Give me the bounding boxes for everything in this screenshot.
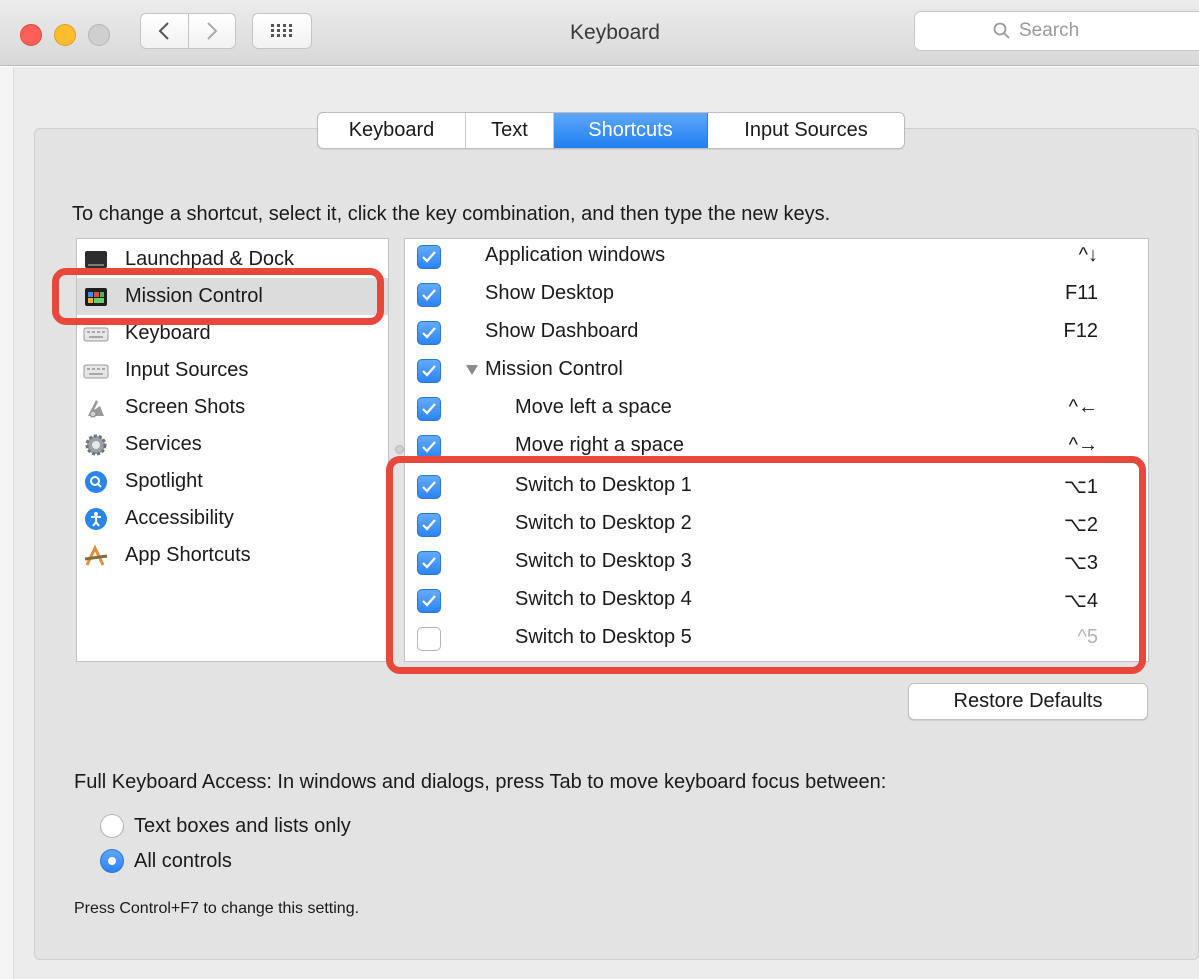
tab-text[interactable]: Text bbox=[466, 113, 554, 148]
category-app-shortcuts[interactable]: App Shortcuts bbox=[77, 537, 388, 574]
shortcut-label: Application windows bbox=[485, 244, 666, 266]
input-sources-icon bbox=[83, 358, 109, 384]
tab-input-sources[interactable]: Input Sources bbox=[708, 113, 904, 148]
category-label: Spotlight bbox=[125, 470, 203, 492]
checkmark-icon bbox=[422, 327, 436, 339]
shortcut-checkbox[interactable] bbox=[417, 359, 441, 383]
shortcut-row[interactable]: Show Dashboard F12 bbox=[405, 315, 1148, 353]
shortcut-key[interactable]: F11 bbox=[1065, 282, 1098, 305]
category-accessibility[interactable]: Accessibility bbox=[77, 500, 388, 537]
shortcut-checkbox[interactable] bbox=[417, 283, 441, 307]
shortcut-key[interactable]: ^↓ bbox=[1079, 244, 1098, 267]
shortcut-row[interactable]: Move left a space ^← bbox=[405, 391, 1148, 429]
category-screen-shots[interactable]: Screen Shots bbox=[77, 389, 388, 426]
category-label: Accessibility bbox=[125, 507, 234, 529]
checkmark-icon bbox=[422, 289, 436, 301]
screen-shots-icon bbox=[83, 395, 109, 421]
accessibility-icon bbox=[83, 506, 109, 532]
switch-desktop-highlight bbox=[386, 456, 1146, 674]
instruction-text: To change a shortcut, select it, click t… bbox=[72, 203, 831, 225]
mission-control-highlight bbox=[52, 268, 384, 325]
category-spotlight[interactable]: Spotlight bbox=[77, 463, 388, 500]
shortcut-label: Show Dashboard bbox=[485, 320, 639, 342]
search-icon bbox=[993, 22, 1010, 39]
category-label: App Shortcuts bbox=[125, 544, 251, 566]
shortcut-label: Move left a space bbox=[515, 396, 672, 418]
shortcut-key[interactable]: ^→ bbox=[1069, 434, 1098, 457]
shortcut-key[interactable]: ^← bbox=[1069, 396, 1098, 419]
search-placeholder: Search bbox=[1019, 20, 1080, 41]
radio-label: All controls bbox=[134, 849, 232, 872]
radio-button[interactable] bbox=[100, 849, 124, 873]
search-field[interactable]: Search bbox=[914, 11, 1199, 51]
shortcut-label: Move right a space bbox=[515, 434, 684, 456]
shortcut-checkbox[interactable] bbox=[417, 397, 441, 421]
full-keyboard-access-label: Full Keyboard Access: In windows and dia… bbox=[74, 771, 887, 793]
checkmark-icon bbox=[422, 365, 436, 377]
app-shortcuts-icon bbox=[83, 543, 109, 569]
checkmark-icon bbox=[422, 441, 436, 453]
shortcut-label: Show Desktop bbox=[485, 282, 614, 304]
checkmark-icon bbox=[422, 403, 436, 415]
shortcut-row[interactable]: Show Desktop F11 bbox=[405, 277, 1148, 315]
keyboard-access-note: Press Control+F7 to change this setting. bbox=[74, 900, 360, 917]
window-edge bbox=[0, 67, 14, 979]
shortcut-checkbox[interactable] bbox=[417, 321, 441, 345]
radio-text-boxes-lists[interactable]: Text boxes and lists only bbox=[100, 812, 351, 840]
shortcut-row[interactable]: Application windows ^↓ bbox=[405, 239, 1148, 277]
tab-shortcuts[interactable]: Shortcuts bbox=[554, 113, 708, 148]
radio-all-controls[interactable]: All controls bbox=[100, 847, 232, 875]
category-input-sources[interactable]: Input Sources bbox=[77, 352, 388, 389]
tab-keyboard[interactable]: Keyboard bbox=[318, 113, 466, 148]
category-label: Keyboard bbox=[125, 322, 211, 344]
checkmark-icon bbox=[422, 251, 436, 263]
shortcut-key[interactable]: F12 bbox=[1064, 320, 1098, 343]
radio-label: Text boxes and lists only bbox=[134, 814, 351, 837]
title-bar: Keyboard Search bbox=[0, 0, 1199, 66]
shortcut-checkbox[interactable] bbox=[417, 245, 441, 269]
restore-defaults-button[interactable]: Restore Defaults bbox=[908, 683, 1148, 720]
split-view-handle[interactable] bbox=[395, 445, 404, 454]
shortcut-label: Mission Control bbox=[485, 358, 623, 380]
tab-bar: Keyboard Text Shortcuts Input Sources bbox=[317, 112, 905, 149]
shortcut-group-row[interactable]: Mission Control bbox=[405, 353, 1148, 391]
category-services[interactable]: Services bbox=[77, 426, 388, 463]
category-label: Input Sources bbox=[125, 359, 249, 381]
disclosure-triangle-icon[interactable] bbox=[466, 365, 478, 375]
category-label: Screen Shots bbox=[125, 396, 246, 418]
spotlight-icon bbox=[83, 469, 109, 495]
category-label: Services bbox=[125, 433, 202, 455]
radio-button[interactable] bbox=[100, 814, 124, 838]
gear-icon bbox=[83, 432, 109, 458]
